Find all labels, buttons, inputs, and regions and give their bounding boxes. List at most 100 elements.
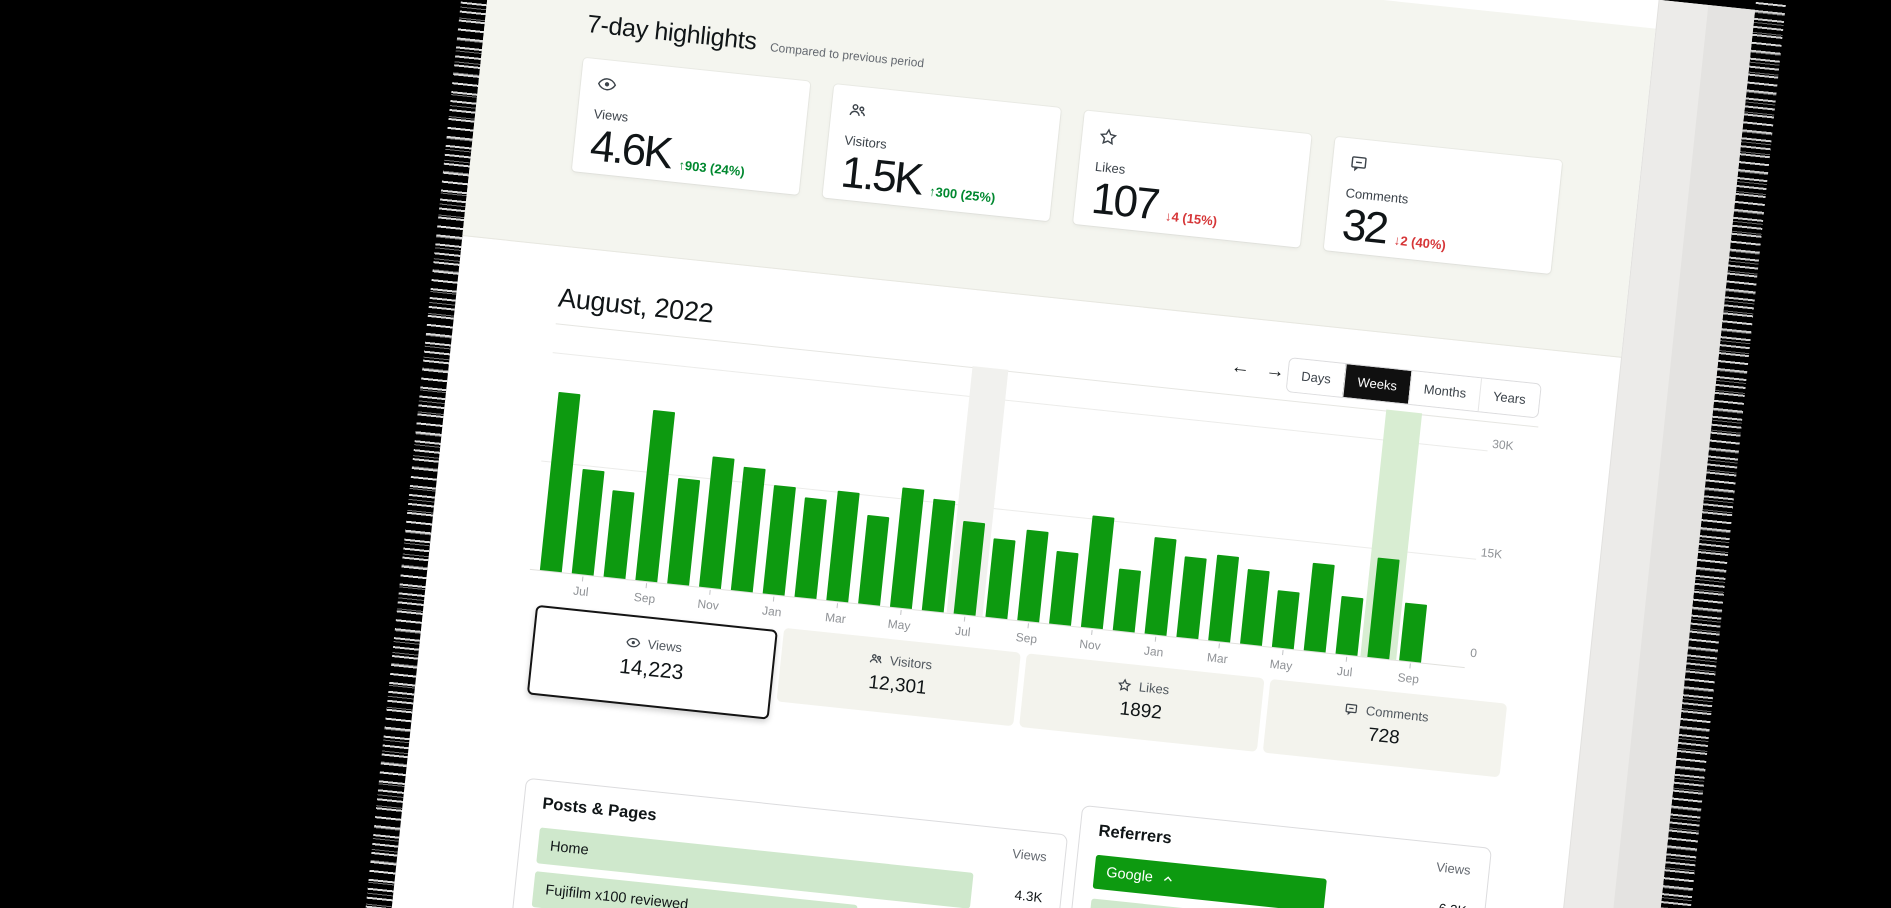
stat-value: 1.5K (839, 149, 924, 203)
post-views-value: 4.3K (1013, 877, 1044, 908)
next-period-button[interactable]: → (1263, 359, 1288, 384)
comment-icon (1343, 701, 1359, 717)
referrer-label: Google (1105, 856, 1155, 895)
stat-value: 107 (1089, 176, 1159, 229)
chart-bar[interactable] (1176, 556, 1206, 639)
chart-bar[interactable] (1017, 530, 1048, 623)
summary-tab-value: 728 (1367, 724, 1401, 749)
likes-highlight-card: Likes 107 ↓4 (15%) (1073, 110, 1312, 247)
star-icon (1116, 677, 1132, 693)
chart-bar[interactable] (1113, 569, 1141, 633)
eye-icon (596, 73, 618, 95)
chart-bar[interactable] (1081, 515, 1115, 629)
summary-tab-comments[interactable]: Comments 728 (1262, 679, 1507, 778)
x-axis-tick (1346, 657, 1348, 662)
chart-bar[interactable] (1336, 596, 1364, 656)
chart-bar[interactable] (1208, 555, 1239, 643)
comment-icon (1348, 152, 1370, 174)
stat-value: 4.6K (588, 123, 673, 177)
tab-months[interactable]: Months (1408, 371, 1481, 411)
summary-tab-label: Views (647, 637, 683, 656)
people-icon (847, 100, 869, 122)
x-axis-tick (837, 603, 839, 608)
summary-tab-visitors[interactable]: Visitors 12,301 (776, 628, 1021, 727)
chart-bar[interactable] (1049, 551, 1079, 626)
summary-tab-label: Comments (1365, 703, 1429, 724)
chart-bar[interactable] (604, 490, 635, 579)
stat-value: 32 (1340, 202, 1389, 253)
summary-tab-likes[interactable]: Likes 1892 (1019, 653, 1264, 752)
summary-tab-label: Likes (1138, 679, 1170, 697)
chart-bar[interactable] (1304, 563, 1335, 653)
referrer-views-value: 6.2K (1437, 891, 1468, 908)
x-axis-tick (773, 597, 775, 602)
x-axis-label: Jul (573, 584, 590, 600)
previous-period-button[interactable]: ← (1228, 355, 1253, 380)
summary-tab-label: Visitors (889, 653, 933, 672)
chart-bar[interactable] (731, 467, 766, 593)
x-axis-label: Nov (1079, 637, 1102, 653)
chart-bar[interactable] (667, 478, 700, 586)
x-axis-label: Jul (1336, 664, 1353, 680)
chart-bar[interactable] (858, 515, 889, 606)
tab-years[interactable]: Years (1477, 378, 1540, 417)
eye-icon (625, 634, 641, 650)
stat-trend: ↑903 (24%) (678, 157, 746, 179)
x-axis-label: Nov (697, 597, 720, 613)
period-title: August, 2022 (557, 282, 715, 329)
chart-bar[interactable] (890, 487, 924, 609)
x-axis-label: Jan (1143, 644, 1164, 660)
x-axis-label: Mar (824, 610, 846, 626)
x-axis-tick (1282, 650, 1284, 655)
x-axis-label: Jul (954, 624, 971, 640)
chart-bar[interactable] (699, 456, 735, 589)
stat-trend: ↑300 (25%) (928, 184, 996, 206)
x-axis-tick (964, 617, 966, 622)
posts-pages-title: Posts & Pages (541, 795, 657, 826)
chart-bar[interactable] (1240, 569, 1270, 646)
x-axis-label: Mar (1206, 650, 1228, 666)
x-axis-label: Jan (761, 603, 782, 619)
chart-bar[interactable] (763, 485, 796, 596)
chart-bar[interactable] (1145, 537, 1177, 636)
chart-bar[interactable] (1399, 603, 1427, 663)
chart-bar[interactable] (1272, 590, 1300, 649)
y-tick-30k: 30K (1492, 437, 1515, 453)
chart-bar[interactable] (794, 497, 826, 599)
visitors-highlight-card: Visitors 1.5K ↑300 (25%) (822, 84, 1061, 221)
stats-page: 7-day highlights Compared to previous pe… (380, 0, 1755, 908)
views-column-header: Views (1012, 846, 1048, 865)
x-axis-tick (1027, 623, 1029, 628)
x-axis-tick (709, 590, 711, 595)
period-nav: ← → (1228, 355, 1288, 384)
x-axis-tick (1155, 637, 1157, 642)
comments-highlight-card: Comments 32 ↓2 (40%) (1324, 137, 1563, 274)
summary-tab-views[interactable]: Views 14,223 (527, 605, 778, 720)
x-axis-tick (582, 576, 584, 581)
x-axis-tick (646, 583, 648, 588)
referrers-card: Referrers Views Google 6.2K (1051, 805, 1492, 908)
chart-bar[interactable] (826, 491, 859, 603)
x-axis-label: Sep (1397, 670, 1420, 686)
posts-pages-card: Posts & Pages Views Home 4.3K Fujifilm x… (499, 778, 1068, 908)
x-axis-tick (1091, 630, 1093, 635)
stat-trend: ↓2 (40%) (1393, 232, 1446, 252)
summary-tab-value: 1892 (1118, 698, 1162, 724)
views-highlight-card: Views 4.6K ↑903 (24%) (572, 58, 811, 195)
x-axis-label: Sep (633, 590, 656, 606)
x-axis-label: Sep (1015, 630, 1038, 646)
tab-weeks[interactable]: Weeks (1342, 364, 1412, 404)
x-axis-tick (1218, 643, 1220, 648)
summary-tab-value: 14,223 (618, 655, 684, 686)
tab-days[interactable]: Days (1287, 358, 1346, 397)
stat-trend: ↓4 (15%) (1164, 208, 1217, 228)
x-axis-label: May (887, 617, 911, 633)
chart-bar[interactable] (985, 538, 1015, 619)
chevron-up-icon[interactable] (1161, 873, 1174, 886)
x-axis-label: May (1269, 657, 1293, 673)
chart-bar[interactable] (572, 469, 605, 576)
screenshot-viewport: 7-day highlights Compared to previous pe… (0, 0, 1891, 908)
y-tick-15k: 15K (1480, 545, 1503, 561)
views-column-header: Views (1436, 859, 1472, 878)
y-tick-0: 0 (1470, 646, 1478, 661)
